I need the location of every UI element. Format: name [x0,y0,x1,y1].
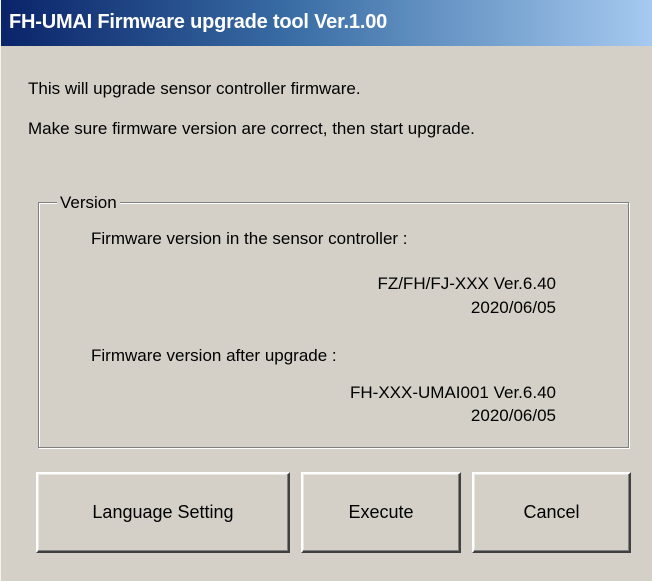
controller-firmware-label: Firmware version in the sensor controlle… [91,229,408,248]
upgrade-firmware-label: Firmware version after upgrade : [91,346,337,365]
controller-firmware-version: FZ/FH/FJ-XXX Ver.6.40 [377,274,556,293]
controller-firmware-date: 2020/06/05 [470,298,556,317]
title-bar[interactable]: FH-UMAI Firmware upgrade tool Ver.1.00 [1,0,652,46]
message-line-2: Make sure firmware version are correct, … [28,119,475,138]
execute-button[interactable]: Execute [301,472,461,553]
language-setting-button[interactable]: Language Setting [36,472,290,553]
cancel-button[interactable]: Cancel [472,472,631,553]
message-line-1: This will upgrade sensor controller firm… [28,79,361,98]
upgrade-firmware-version: FH-XXX-UMAI001 Ver.6.40 [350,383,556,402]
window-title: FH-UMAI Firmware upgrade tool Ver.1.00 [9,11,388,33]
version-groupbox-legend: Version [57,193,120,213]
upgrade-firmware-date: 2020/06/05 [470,406,556,425]
upgrade-dialog: FH-UMAI Firmware upgrade tool Ver.1.00 T… [0,0,652,581]
